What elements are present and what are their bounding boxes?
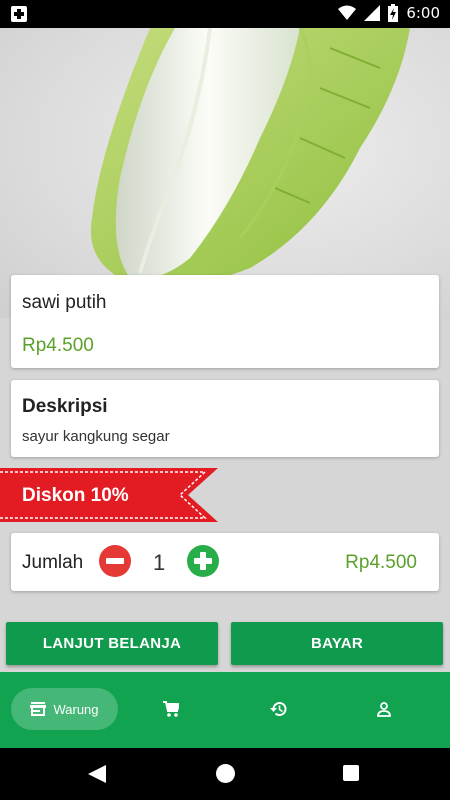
- clock: 6:00: [406, 4, 440, 22]
- store-icon: [30, 702, 47, 716]
- bottom-navigation: Warung: [0, 672, 450, 748]
- continue-shopping-button[interactable]: LANJUT BELANJA: [6, 622, 218, 665]
- product-card: sawi putih Rp4.500: [11, 275, 439, 368]
- description-card: Deskripsi sayur kangkung segar: [11, 380, 439, 457]
- recent-apps-icon[interactable]: [343, 765, 359, 781]
- system-navigation-bar: [0, 748, 450, 800]
- nav-item-profile[interactable]: [363, 688, 405, 730]
- nav-item-cart[interactable]: [150, 688, 192, 730]
- battery-icon: [388, 4, 399, 22]
- profile-icon: [377, 701, 391, 717]
- increase-quantity-button[interactable]: [187, 545, 219, 577]
- nav-item-store-label: Warung: [53, 701, 99, 717]
- quantity-card: Jumlah 1 Rp4.500: [11, 533, 439, 591]
- description-title: Deskripsi: [22, 396, 108, 417]
- status-bar: 6:00: [0, 0, 450, 28]
- quantity-total-price: Rp4.500: [345, 552, 417, 573]
- signal-icon: [364, 5, 381, 21]
- discount-ribbon: Diskon 10%: [0, 468, 218, 522]
- pay-button[interactable]: BAYAR: [231, 622, 443, 665]
- quantity-value: 1: [153, 550, 166, 575]
- quantity-label: Jumlah: [22, 552, 84, 573]
- decrease-quantity-button[interactable]: [99, 545, 131, 577]
- nav-item-history[interactable]: [257, 688, 299, 730]
- description-text: sayur kangkung segar: [22, 428, 170, 445]
- history-icon: [269, 702, 286, 717]
- nav-item-store[interactable]: Warung: [11, 688, 118, 730]
- back-icon[interactable]: [88, 765, 106, 783]
- cart-icon: [163, 701, 179, 717]
- home-icon[interactable]: [216, 764, 235, 783]
- discount-label: Diskon 10%: [22, 485, 129, 506]
- wifi-icon: [338, 5, 357, 20]
- product-price: Rp4.500: [22, 335, 94, 356]
- product-name: sawi putih: [22, 292, 107, 313]
- notification-plus-icon: [11, 6, 27, 22]
